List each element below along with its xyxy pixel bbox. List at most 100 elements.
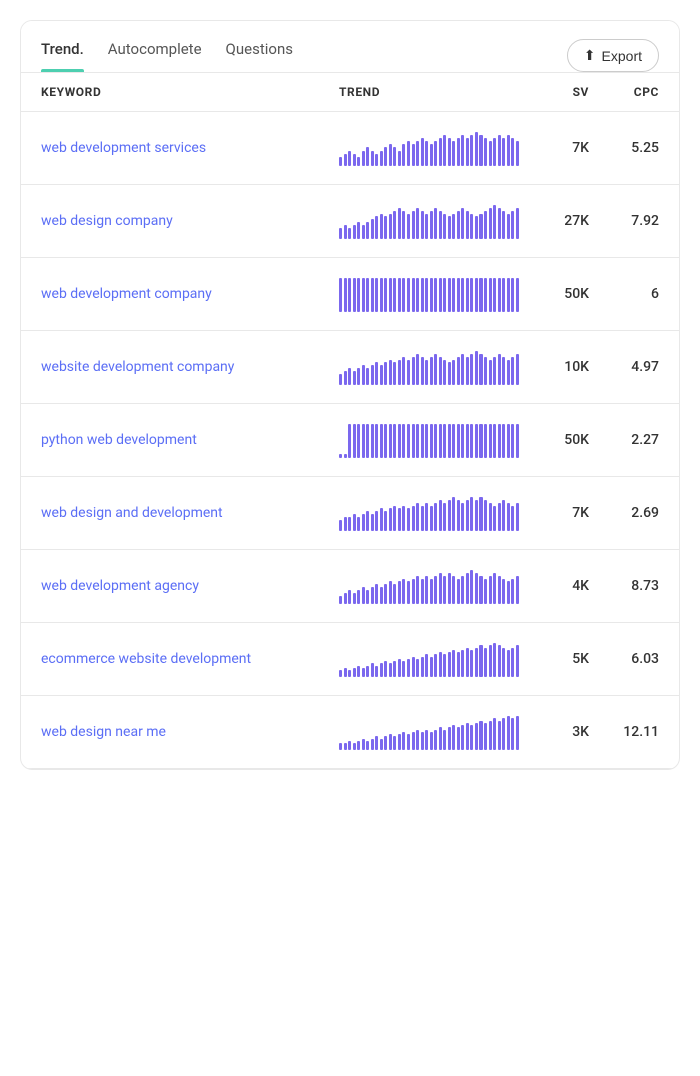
trend-bar <box>339 670 342 677</box>
trend-bar <box>434 208 437 239</box>
trend-bar <box>502 278 505 312</box>
keyword-link[interactable]: python web development <box>41 432 339 448</box>
table-header-row: KEYWORD TREND SV CPC <box>21 72 679 112</box>
trend-bar <box>443 278 446 312</box>
sv-value: 7K <box>519 505 589 521</box>
trend-bar <box>389 278 392 312</box>
keyword-link[interactable]: web development services <box>41 140 339 156</box>
trend-bar <box>448 424 451 458</box>
trend-bar <box>380 214 383 240</box>
trend-bar <box>448 362 451 385</box>
trend-bar <box>452 497 455 531</box>
trend-bar <box>371 365 374 385</box>
trend-bar <box>339 278 342 312</box>
trend-bar <box>439 357 442 385</box>
keyword-link[interactable]: web design company <box>41 213 339 229</box>
export-label: Export <box>602 48 642 64</box>
trend-bar <box>339 743 342 750</box>
trend-bar <box>371 739 374 750</box>
trend-bar <box>479 135 482 166</box>
trend-bar <box>448 216 451 239</box>
trend-bar <box>402 357 405 385</box>
sv-value: 27K <box>519 213 589 229</box>
keyword-link[interactable]: web design and development <box>41 505 339 521</box>
trend-bar <box>461 135 464 166</box>
trend-bar <box>498 645 501 677</box>
trend-bar <box>452 424 455 458</box>
trend-bar <box>498 503 501 531</box>
trend-bar <box>398 278 401 312</box>
keyword-link[interactable]: ecommerce website development <box>41 651 339 667</box>
keyword-link[interactable]: web development company <box>41 286 339 302</box>
trend-bar <box>511 506 514 532</box>
trend-bar <box>357 368 360 385</box>
trend-bar <box>425 654 428 677</box>
trend-bar <box>398 151 401 166</box>
trend-bar <box>466 648 469 677</box>
trend-chart <box>339 568 519 604</box>
trend-bar <box>430 657 433 677</box>
trend-bar <box>507 650 510 677</box>
trend-bar <box>466 573 469 604</box>
trend-bar <box>443 424 446 458</box>
trend-bar <box>502 648 505 677</box>
trend-bar <box>380 508 383 531</box>
trend-bar <box>416 141 419 166</box>
keyword-link[interactable]: web development agency <box>41 578 339 594</box>
trend-bar <box>421 732 424 750</box>
trend-bar <box>339 596 342 605</box>
trend-bar <box>443 654 446 677</box>
trend-bar <box>384 424 387 458</box>
trend-bar <box>339 228 342 239</box>
trend-bar <box>389 360 392 386</box>
trend-bar <box>348 368 351 385</box>
trend-bar <box>439 424 442 458</box>
trend-bar <box>398 424 401 458</box>
trend-bar <box>479 645 482 677</box>
trend-bar <box>353 668 356 677</box>
trend-bar <box>362 514 365 531</box>
trend-bar <box>466 723 469 750</box>
trend-bar <box>412 278 415 312</box>
tab-questions[interactable]: Questions <box>226 40 293 72</box>
trend-bar <box>502 424 505 458</box>
keyword-link[interactable]: website development company <box>41 359 339 375</box>
trend-bar <box>393 661 396 677</box>
trend-bar <box>452 650 455 677</box>
trend-bar <box>461 354 464 385</box>
trend-bar <box>484 500 487 531</box>
trend-bar <box>344 743 347 750</box>
export-button[interactable]: ⬆ Export <box>567 39 659 72</box>
col-sv-header: SV <box>519 85 589 99</box>
trend-bar <box>461 208 464 239</box>
trend-bar <box>412 579 415 605</box>
trend-bar <box>484 723 487 750</box>
trend-bar <box>416 424 419 458</box>
trend-bar <box>362 739 365 750</box>
tab-autocomplete[interactable]: Autocomplete <box>108 40 202 72</box>
trend-bar <box>389 734 392 750</box>
trend-bar <box>398 734 401 750</box>
trend-bar <box>425 503 428 531</box>
tab-trend[interactable]: Trend. <box>41 40 84 72</box>
trend-bar <box>366 368 369 385</box>
trend-bar <box>402 424 405 458</box>
keyword-link[interactable]: web design near me <box>41 724 339 740</box>
trend-bar <box>407 141 410 166</box>
trend-bar <box>448 500 451 531</box>
trend-bar <box>479 278 482 312</box>
trend-bar <box>425 278 428 312</box>
trend-bar <box>407 278 410 312</box>
trend-bar <box>507 424 510 458</box>
tabs-header: Trend. Autocomplete Questions ⬆ Export <box>21 21 679 72</box>
trend-bar <box>366 222 369 239</box>
trend-bar <box>470 135 473 166</box>
trend-bar <box>344 517 347 531</box>
trend-bar <box>384 147 387 166</box>
trend-bar <box>470 497 473 531</box>
trend-bar <box>407 424 410 458</box>
trend-bar <box>402 506 405 532</box>
trend-bar <box>407 734 410 750</box>
trend-bar <box>457 211 460 239</box>
trend-bar <box>498 208 501 239</box>
